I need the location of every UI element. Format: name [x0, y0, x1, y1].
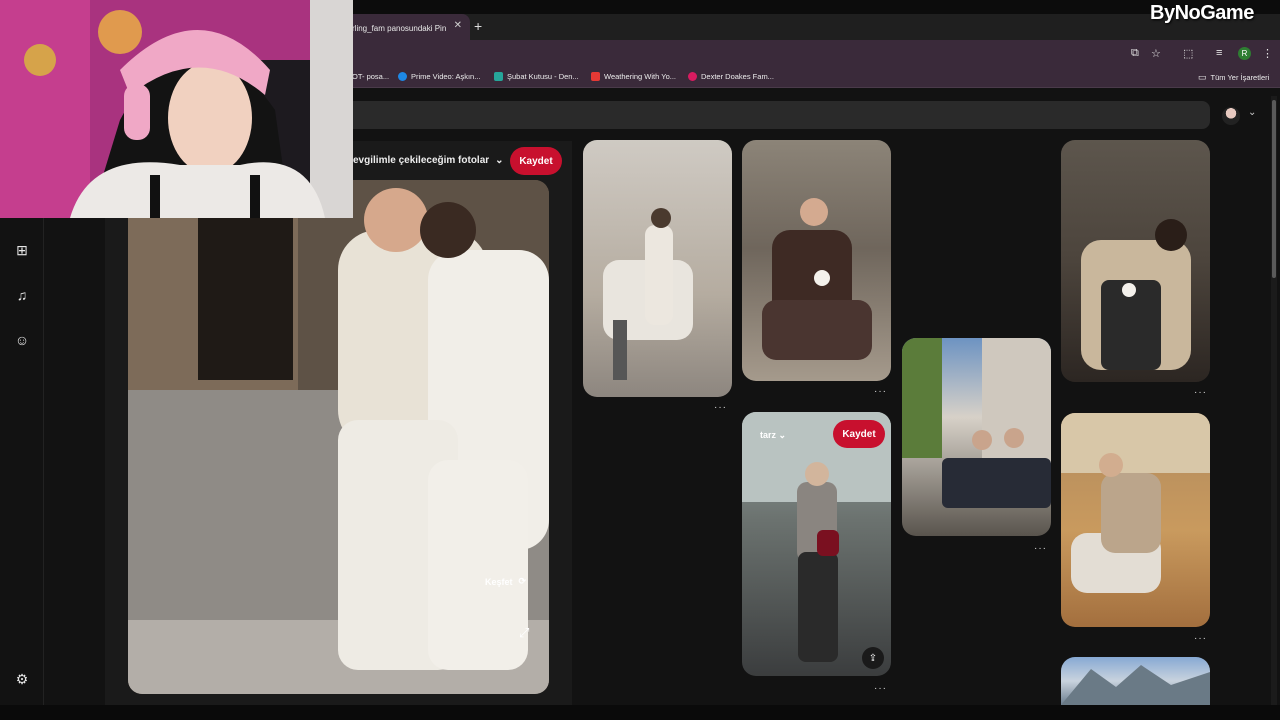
- search-input[interactable]: [330, 101, 1210, 129]
- pin-card[interactable]: [902, 338, 1051, 536]
- lens-icon: ⟳: [518, 576, 527, 586]
- pin-image[interactable]: [128, 180, 549, 694]
- more-options-icon[interactable]: ···: [874, 683, 887, 694]
- media-icon[interactable]: ≡: [1216, 47, 1222, 59]
- pin-card[interactable]: [1061, 140, 1210, 382]
- pin-card[interactable]: [742, 412, 891, 676]
- new-tab-icon[interactable]: +: [474, 18, 482, 34]
- folder-icon: ▭: [1198, 72, 1207, 82]
- bookmark-item[interactable]: OT- posa...: [352, 72, 389, 81]
- save-button[interactable]: Kaydet: [510, 147, 562, 175]
- pin-card[interactable]: [1061, 657, 1210, 705]
- notifications-icon[interactable]: ♫: [12, 285, 32, 305]
- pin-card[interactable]: [1061, 413, 1210, 627]
- site-icon: [591, 72, 600, 81]
- save-button[interactable]: Kaydet: [833, 420, 885, 448]
- browser-tab-active[interactable]: rling_fam panosundaki Pin ✕: [340, 14, 470, 42]
- bookmark-star-icon[interactable]: ☆: [1151, 47, 1161, 60]
- more-options-icon[interactable]: ···: [1034, 543, 1047, 554]
- screen: rling_fam panosundaki Pin ✕ + ⧉ ☆ ⬚ ≡ ⋮ …: [0, 0, 1280, 720]
- profile-avatar-icon[interactable]: R: [1238, 47, 1251, 60]
- bookmark-item[interactable]: Şubat Kutusu - Den...: [494, 72, 579, 81]
- more-options-icon[interactable]: ···: [1194, 387, 1207, 398]
- pin-image: [742, 412, 891, 662]
- site-icon: [494, 72, 503, 81]
- close-tab-icon[interactable]: ✕: [454, 20, 462, 31]
- youtube-icon: [688, 72, 697, 81]
- bookmark-item[interactable]: Weathering With Yo...: [591, 72, 676, 81]
- pin-image: [603, 208, 693, 380]
- board-selector[interactable]: tarz ⌄: [760, 430, 786, 441]
- bookmark-item[interactable]: Prime Video: Aşkın...: [398, 72, 480, 81]
- pin-image: [1061, 413, 1210, 593]
- install-app-icon[interactable]: ⧉: [1131, 47, 1139, 60]
- bottom-bar: [0, 705, 1280, 720]
- streamer-camera: [0, 0, 353, 218]
- pin-image: [762, 198, 872, 360]
- pin-card[interactable]: [583, 140, 732, 397]
- all-bookmarks[interactable]: ▭ Tüm Yer İşaretleri: [1198, 72, 1269, 83]
- create-icon[interactable]: ⊞: [12, 240, 32, 260]
- more-options-icon[interactable]: ···: [714, 402, 727, 413]
- board-selector[interactable]: evgilimle çekileceğim fotolar ⌄: [353, 155, 504, 166]
- explore-button[interactable]: Keşfet ⟳: [485, 576, 526, 587]
- scrollbar-thumb[interactable]: [1272, 100, 1276, 278]
- messages-icon[interactable]: ☺: [12, 330, 32, 350]
- chevron-down-icon: ⌄: [495, 155, 504, 166]
- pin-image: [902, 338, 1051, 508]
- prime-video-icon: [398, 72, 407, 81]
- bookmark-item[interactable]: Dexter Doakes Fam...: [688, 72, 774, 81]
- account-avatar[interactable]: [1222, 107, 1240, 125]
- tab-title: rling_fam panosundaki Pin: [352, 23, 447, 33]
- pin-card[interactable]: [742, 140, 891, 381]
- browser-menu-icon[interactable]: ⋮: [1262, 47, 1273, 60]
- couple-photo: [128, 180, 549, 694]
- pin-image: [1061, 665, 1210, 705]
- pin-image: [1081, 219, 1191, 370]
- share-icon[interactable]: ⇪: [862, 647, 884, 669]
- extensions-icon[interactable]: ⬚: [1183, 47, 1193, 60]
- expand-icon[interactable]: ⤢: [519, 625, 529, 641]
- settings-icon[interactable]: ⚙: [12, 669, 32, 689]
- channel-watermark: ByNoGame: [1150, 2, 1254, 24]
- webcam-overlay: [0, 0, 353, 218]
- more-options-icon[interactable]: ···: [1194, 633, 1207, 644]
- more-options-icon[interactable]: ···: [874, 386, 887, 397]
- chevron-down-icon[interactable]: ⌄: [1248, 107, 1256, 118]
